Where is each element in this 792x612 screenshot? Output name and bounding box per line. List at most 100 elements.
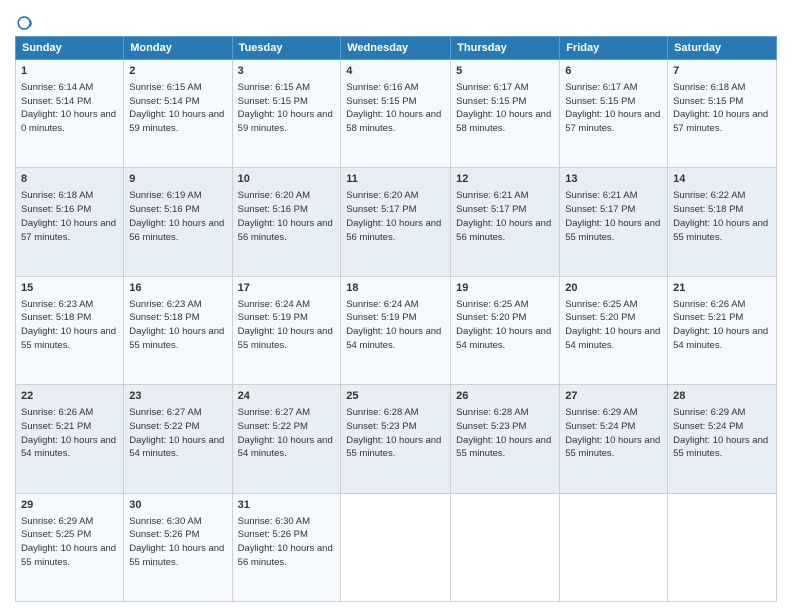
sunrise: Sunrise: 6:21 AM bbox=[456, 190, 528, 201]
day-number: 12 bbox=[456, 172, 554, 188]
daylight: Daylight: 10 hours and 55 minutes. bbox=[673, 218, 768, 243]
daylight: Daylight: 10 hours and 57 minutes. bbox=[673, 109, 768, 134]
sunrise: Sunrise: 6:25 AM bbox=[565, 299, 637, 310]
sunrise: Sunrise: 6:28 AM bbox=[456, 407, 528, 418]
calendar-cell: 16 Sunrise: 6:23 AM Sunset: 5:18 PM Dayligh… bbox=[124, 276, 232, 384]
sunrise: Sunrise: 6:16 AM bbox=[346, 82, 418, 93]
sunrise: Sunrise: 6:15 AM bbox=[129, 82, 201, 93]
daylight: Daylight: 10 hours and 0 minutes. bbox=[21, 109, 116, 134]
calendar-cell: 14Sunrise: 6:22 AMSunset: 5:18 PMDayligh… bbox=[668, 168, 777, 276]
day-number: 29 bbox=[21, 498, 118, 514]
sunset: Sunset: 5:26 PM bbox=[238, 529, 308, 540]
sunrise: Sunrise: 6:30 AM bbox=[129, 516, 201, 527]
sunset: Sunset: 5:25 PM bbox=[21, 529, 91, 540]
day-number: 10 bbox=[238, 172, 336, 188]
day-number: 2 bbox=[129, 64, 226, 80]
day-number: 7 bbox=[673, 64, 771, 80]
daylight: Daylight: 10 hours and 56 minutes. bbox=[346, 218, 441, 243]
day-header-saturday: Saturday bbox=[668, 37, 777, 60]
daylight: Daylight: 10 hours and 54 minutes. bbox=[456, 326, 551, 351]
calendar-cell: 10 Sunrise: 6:20 AM Sunset: 5:16 PM Dayligh… bbox=[232, 168, 341, 276]
day-number: 5 bbox=[456, 64, 554, 80]
sunrise: Sunrise: 6:17 AM bbox=[456, 82, 528, 93]
daylight: Daylight: 10 hours and 56 minutes. bbox=[238, 543, 333, 568]
calendar-cell: 29Sunrise: 6:29 AMSunset: 5:25 PMDayligh… bbox=[16, 493, 124, 601]
daylight: Daylight: 10 hours and 55 minutes. bbox=[129, 326, 224, 351]
calendar-week-row: 22Sunrise: 6:26 AMSunset: 5:21 PMDayligh… bbox=[16, 385, 777, 493]
sunrise: Sunrise: 6:20 AM bbox=[238, 190, 310, 201]
sunset: Sunset: 5:18 PM bbox=[129, 312, 199, 323]
sunset: Sunset: 5:20 PM bbox=[565, 312, 635, 323]
header bbox=[15, 10, 777, 32]
sunset: Sunset: 5:21 PM bbox=[673, 312, 743, 323]
sunrise: Sunrise: 6:24 AM bbox=[238, 299, 310, 310]
day-number: 26 bbox=[456, 389, 554, 405]
sunset: Sunset: 5:19 PM bbox=[346, 312, 416, 323]
daylight: Daylight: 10 hours and 59 minutes. bbox=[129, 109, 224, 134]
sunset: Sunset: 5:20 PM bbox=[456, 312, 526, 323]
day-number: 3 bbox=[238, 64, 336, 80]
day-number: 16 bbox=[129, 281, 226, 297]
calendar-cell: 23Sunrise: 6:27 AMSunset: 5:22 PMDayligh… bbox=[124, 385, 232, 493]
sunrise: Sunrise: 6:14 AM bbox=[21, 82, 93, 93]
sunrise: Sunrise: 6:27 AM bbox=[129, 407, 201, 418]
calendar-cell: 15Sunrise: 6:23 AMSunset: 5:18 PMDayligh… bbox=[16, 276, 124, 384]
sunrise: Sunrise: 6:29 AM bbox=[21, 516, 93, 527]
day-number: 14 bbox=[673, 172, 771, 188]
sunset: Sunset: 5:15 PM bbox=[565, 96, 635, 107]
calendar-week-row: 8Sunrise: 6:18 AMSunset: 5:16 PMDaylight… bbox=[16, 168, 777, 276]
sunrise: Sunrise: 6:30 AM bbox=[238, 516, 310, 527]
day-number: 27 bbox=[565, 389, 662, 405]
sunrise: Sunrise: 6:22 AM bbox=[673, 190, 745, 201]
calendar-cell: 31Sunrise: 6:30 AMSunset: 5:26 PMDayligh… bbox=[232, 493, 341, 601]
sunrise: Sunrise: 6:29 AM bbox=[673, 407, 745, 418]
day-number: 15 bbox=[21, 281, 118, 297]
calendar-header-row: SundayMondayTuesdayWednesdayThursdayFrid… bbox=[16, 37, 777, 60]
calendar-cell: 13Sunrise: 6:21 AMSunset: 5:17 PMDayligh… bbox=[560, 168, 668, 276]
daylight: Daylight: 10 hours and 56 minutes. bbox=[238, 218, 333, 243]
day-number: 9 bbox=[129, 172, 226, 188]
sunset: Sunset: 5:16 PM bbox=[21, 204, 91, 215]
sunrise: Sunrise: 6:20 AM bbox=[346, 190, 418, 201]
calendar-page: SundayMondayTuesdayWednesdayThursdayFrid… bbox=[0, 0, 792, 612]
calendar-cell: 7 Sunrise: 6:18 AM Sunset: 5:15 PM Daylight… bbox=[668, 60, 777, 168]
calendar-cell: 24Sunrise: 6:27 AMSunset: 5:22 PMDayligh… bbox=[232, 385, 341, 493]
calendar-cell: 17Sunrise: 6:24 AMSunset: 5:19 PMDayligh… bbox=[232, 276, 341, 384]
sunset: Sunset: 5:24 PM bbox=[673, 421, 743, 432]
day-header-friday: Friday bbox=[560, 37, 668, 60]
calendar-week-row: 1 Sunrise: 6:14 AM Sunset: 5:14 PM Daylight… bbox=[16, 60, 777, 168]
sunrise: Sunrise: 6:27 AM bbox=[238, 407, 310, 418]
calendar-cell: 5Sunrise: 6:17 AMSunset: 5:15 PMDaylight… bbox=[451, 60, 560, 168]
sunset: Sunset: 5:14 PM bbox=[129, 96, 199, 107]
daylight: Daylight: 10 hours and 57 minutes. bbox=[21, 218, 116, 243]
day-number: 22 bbox=[21, 389, 118, 405]
calendar-cell bbox=[560, 493, 668, 601]
sunset: Sunset: 5:17 PM bbox=[346, 204, 416, 215]
day-number: 11 bbox=[346, 172, 445, 188]
daylight: Daylight: 10 hours and 54 minutes. bbox=[346, 326, 441, 351]
calendar-cell: 30Sunrise: 6:30 AMSunset: 5:26 PMDayligh… bbox=[124, 493, 232, 601]
sunrise: Sunrise: 6:26 AM bbox=[673, 299, 745, 310]
daylight: Daylight: 10 hours and 56 minutes. bbox=[129, 218, 224, 243]
sunset: Sunset: 5:23 PM bbox=[346, 421, 416, 432]
day-number: 21 bbox=[673, 281, 771, 297]
sunrise: Sunrise: 6:18 AM bbox=[673, 82, 745, 93]
sunrise: Sunrise: 6:15 AM bbox=[238, 82, 310, 93]
calendar-cell: 2 Sunrise: 6:15 AM Sunset: 5:14 PM Daylight… bbox=[124, 60, 232, 168]
calendar-table: SundayMondayTuesdayWednesdayThursdayFrid… bbox=[15, 36, 777, 602]
day-number: 24 bbox=[238, 389, 336, 405]
sunset: Sunset: 5:19 PM bbox=[238, 312, 308, 323]
day-number: 6 bbox=[565, 64, 662, 80]
daylight: Daylight: 10 hours and 55 minutes. bbox=[346, 435, 441, 460]
daylight: Daylight: 10 hours and 55 minutes. bbox=[456, 435, 551, 460]
sunset: Sunset: 5:15 PM bbox=[673, 96, 743, 107]
sunset: Sunset: 5:22 PM bbox=[129, 421, 199, 432]
daylight: Daylight: 10 hours and 55 minutes. bbox=[238, 326, 333, 351]
calendar-cell bbox=[341, 493, 451, 601]
sunset: Sunset: 5:24 PM bbox=[565, 421, 635, 432]
sunset: Sunset: 5:16 PM bbox=[238, 204, 308, 215]
sunrise: Sunrise: 6:23 AM bbox=[129, 299, 201, 310]
sunset: Sunset: 5:23 PM bbox=[456, 421, 526, 432]
day-number: 1 bbox=[21, 64, 118, 80]
calendar-cell: 19Sunrise: 6:25 AMSunset: 5:20 PMDayligh… bbox=[451, 276, 560, 384]
